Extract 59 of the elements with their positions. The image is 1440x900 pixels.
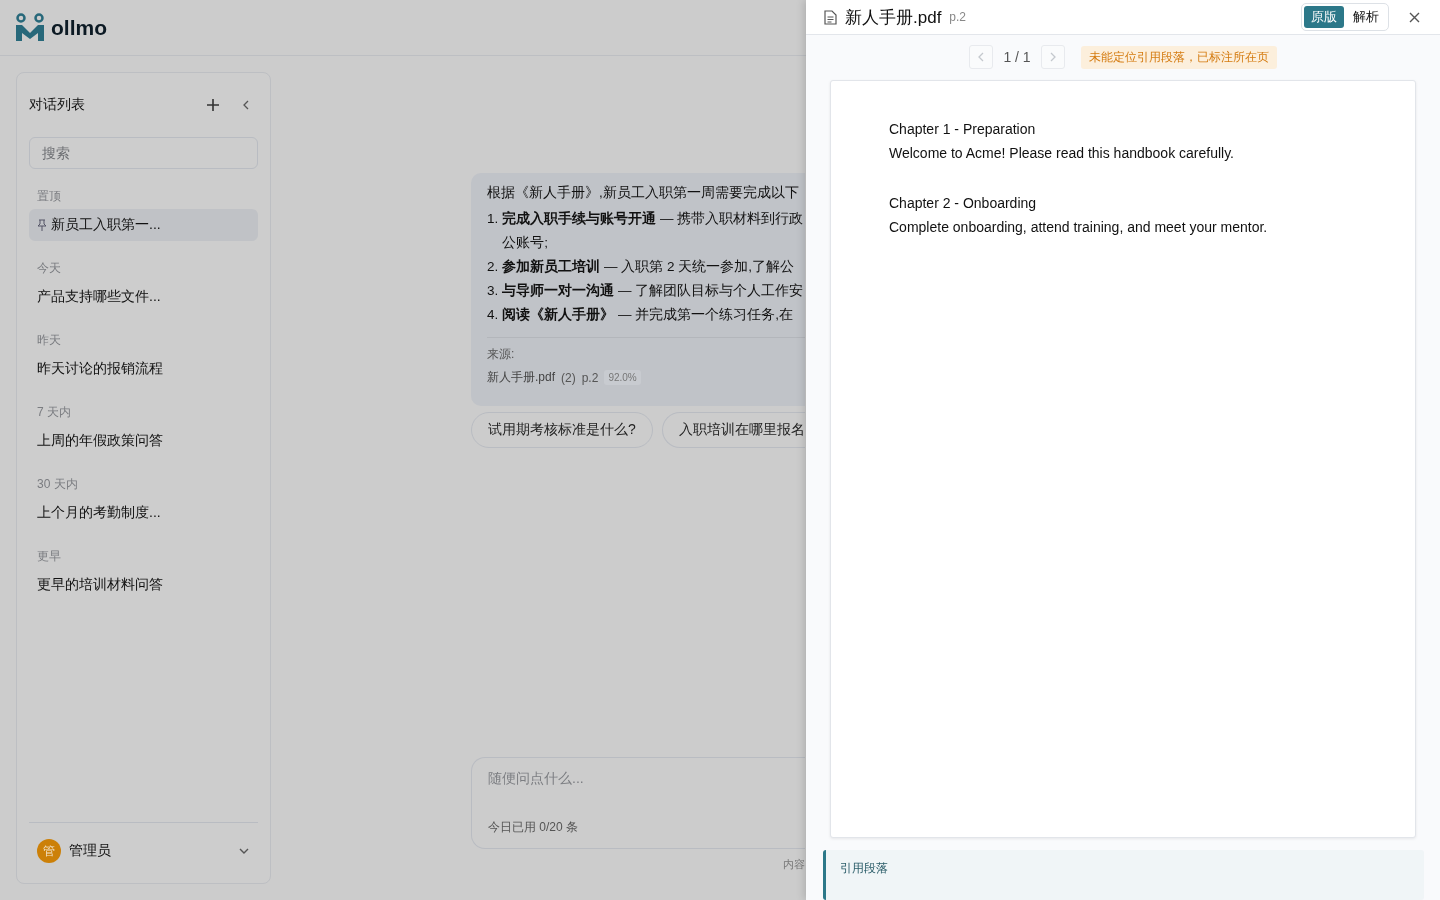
footer-text: 内容 — [783, 857, 805, 872]
chevron-left-icon — [977, 52, 986, 63]
group-label: 30 天内 — [36, 476, 79, 493]
source-page: p.2 — [581, 370, 599, 385]
list-number: 4. — [487, 306, 499, 324]
suggestion-chip[interactable]: 试用期考核标准是什么? — [471, 412, 653, 448]
page-label: p.2 — [949, 10, 968, 25]
suggestion-chip[interactable]: 入职培训在哪里报名 — [661, 412, 805, 448]
sidebar-title: 对话列表 — [29, 96, 86, 114]
document-heading: Chapter 1 - Preparation — [889, 119, 1037, 139]
document-title: 新人手册.pdf — [845, 6, 942, 29]
source-count: (2) — [561, 370, 576, 385]
group-label: 7 天内 — [36, 404, 72, 421]
user-menu-button[interactable] — [238, 847, 250, 855]
message-input[interactable]: 随便问点什么... — [488, 770, 789, 786]
user-name: 管理员 — [69, 842, 112, 860]
conversation-item[interactable]: 上个月的考勤制度... — [29, 497, 258, 529]
usage-counter: 今日已用 0/20 条 — [488, 819, 580, 836]
group-label: 更早 — [36, 548, 62, 565]
search-field[interactable]: 搜索 — [29, 137, 258, 169]
list-item-text: 完成入职手续与账号开通 — 携带入职材料到行政 — [502, 210, 804, 228]
close-icon — [1409, 11, 1420, 23]
app-logo-text: ollmo — [51, 15, 107, 40]
plus-icon — [206, 98, 220, 112]
quote-title: 引用段落 — [840, 860, 888, 875]
conversation-item[interactable]: 新员工入职第一... — [29, 209, 258, 241]
chevron-left-icon — [242, 99, 250, 111]
group-label: 今天 — [36, 260, 62, 277]
relevance-score: 92.0% — [604, 370, 641, 385]
chevron-down-icon — [238, 847, 250, 855]
document-paragraph: Complete onboarding, attend training, and meet your mentor. — [889, 217, 1269, 237]
collapse-button[interactable] — [242, 99, 250, 111]
conversation-item[interactable]: 产品支持哪些文件... — [29, 281, 258, 313]
logo-icon — [15, 12, 45, 43]
document-heading: Chapter 2 - Onboarding — [889, 193, 1038, 213]
conversation-item[interactable]: 更早的培训材料问答 — [29, 569, 258, 601]
list-number: 2. — [487, 258, 499, 276]
source-label: 来源: — [487, 346, 516, 363]
source-link[interactable]: 新人手册.pdf — [487, 369, 555, 386]
document-paragraph: Welcome to Acme! Please read this handbook carefully. — [889, 143, 1235, 163]
list-number: 3. — [487, 282, 499, 300]
list-item-text: 公账号; — [502, 234, 550, 252]
new-chat-button[interactable] — [206, 98, 220, 112]
list-item-text: 阅读《新人手册》 — 并完成第一个练习任务,在 — [502, 306, 794, 324]
page-counter: 1 / 1 — [1003, 49, 1031, 66]
document-icon — [824, 9, 837, 25]
list-number: 1. — [487, 210, 499, 228]
conversation-item[interactable]: 昨天讨论的报销流程 — [29, 353, 258, 385]
user-avatar: 管 — [37, 839, 61, 863]
list-item-text: 参加新员工培训 — 入职第 2 天统一参加,了解公 — [502, 258, 795, 276]
answer-text: 根据《新人手册》,新员工入职第一周需要完成以下 — [487, 184, 800, 202]
group-label: 置顶 — [36, 188, 62, 205]
conversation-item[interactable]: 上周的年假政策问答 — [29, 425, 258, 457]
list-item-text: 与导师一对一沟通 — 了解团队目标与个人工作安 — [502, 282, 804, 300]
group-label: 昨天 — [36, 332, 62, 349]
pin-icon — [37, 219, 47, 231]
view-tab[interactable]: 原版 — [1304, 6, 1344, 29]
warning-notice: 未能定位引用段落，已标注所在页 — [1080, 45, 1277, 69]
chevron-right-icon — [1048, 52, 1057, 63]
